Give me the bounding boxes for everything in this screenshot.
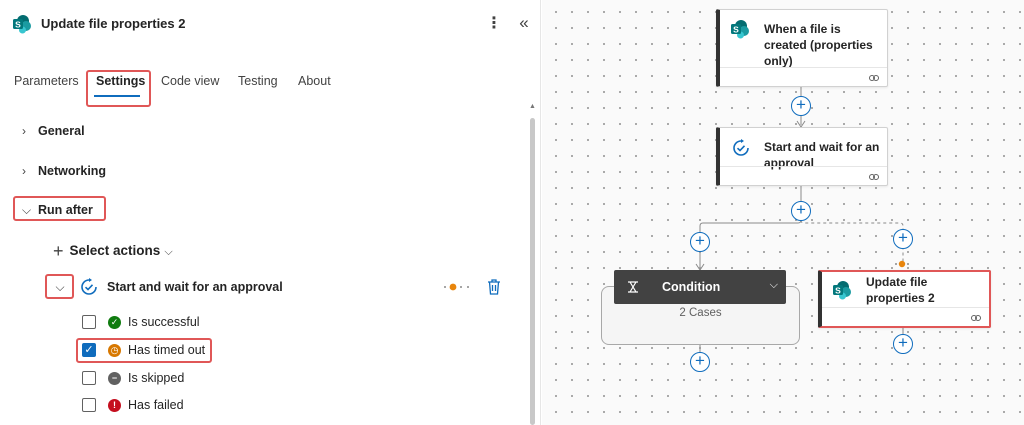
approval-icon [733,139,749,156]
section-networking-label: Networking [38,164,107,178]
chevron-down-icon: ⌵ [164,246,173,258]
condition-icon [628,281,638,293]
add-step-button[interactable]: + [791,201,811,221]
update-card-title: Update file properties 2 [866,275,935,305]
trigger-title: When a file is created (properties only) [764,22,873,68]
link-icon [869,174,879,180]
link-icon [971,315,981,321]
svg-text:S: S [733,24,739,34]
add-step-button[interactable]: + [690,352,710,372]
status-dots-icon [444,283,469,291]
checkbox[interactable] [82,398,96,412]
add-step-button[interactable]: + [893,334,913,354]
run-after-action-name: Start and wait for an approval [107,280,283,294]
success-status-icon: ✓ [108,315,121,329]
sharepoint-icon: S [833,281,851,300]
section-general-label: General [38,124,85,138]
add-step-button[interactable]: + [893,229,913,249]
section-run-after-label: Run after [38,203,93,217]
card-divider [720,67,887,68]
checkbox[interactable] [82,371,96,385]
tab-parameters[interactable]: Parameters [14,74,79,88]
chevron-right-icon: › [22,124,26,138]
scrollbar-thumb[interactable] [530,118,535,425]
add-step-button[interactable]: + [791,96,811,116]
collapse-icon[interactable]: « [514,12,534,34]
status-label: Has timed out [128,343,206,357]
chevron-down-icon[interactable]: ⌵ [770,279,778,292]
checkbox[interactable] [82,315,96,329]
select-actions-button[interactable]: + Select actions ⌵ [53,241,173,262]
tab-about[interactable]: About [298,74,331,88]
add-step-button[interactable]: + [690,232,710,252]
trash-icon[interactable] [486,278,502,296]
checkmark-icon: ✓ [84,343,94,356]
trigger-card[interactable]: S When a file is created (properties onl… [716,9,888,87]
section-networking[interactable]: › Networking [22,164,106,178]
condition-cases: 2 Cases [679,307,722,319]
chevron-down-icon: ⌵ [22,203,32,217]
status-option[interactable]: ✓ Is successful [82,313,200,331]
status-label: Is successful [128,315,200,329]
svg-text:S: S [15,19,21,29]
condition-label: Condition [662,280,721,294]
condition-header[interactable]: Condition ⌵ [614,270,786,304]
update-file-properties-card[interactable]: S Update file properties 2 [818,270,991,328]
scroll-up-icon[interactable]: ▲ [529,103,536,110]
panel-title: Update file properties 2 [41,16,186,31]
status-option[interactable]: ✓ ◷ Has timed out [82,341,205,359]
status-option[interactable]: ! Has failed [82,396,184,414]
status-label: Is skipped [128,371,185,385]
link-icon [869,75,879,81]
timed-out-status-icon: ◷ [108,343,121,357]
status-label: Has failed [128,398,184,412]
section-run-after[interactable]: ⌵ Run after [22,203,93,218]
tab-settings[interactable]: Settings [96,74,145,88]
properties-panel: S Update file properties 2 ⋮ « Parameter… [0,0,541,425]
more-options-icon[interactable]: ⋮ [486,13,502,35]
sharepoint-icon: S [13,15,31,34]
approval-icon [81,278,97,295]
select-actions-label: Select actions [69,243,161,258]
chevron-down-icon[interactable]: ⌵ [47,276,73,298]
sharepoint-icon: S [731,20,749,39]
card-divider [822,307,989,308]
approval-card[interactable]: Start and wait for an approval [716,127,888,186]
card-divider [720,166,887,167]
checkbox[interactable]: ✓ [82,343,96,357]
chevron-right-icon: › [22,164,26,178]
failed-status-icon: ! [108,398,121,412]
tab-code-view[interactable]: Code view [161,74,219,88]
svg-text:S: S [835,285,841,295]
section-general[interactable]: › General [22,124,85,138]
tab-testing[interactable]: Testing [238,74,278,88]
plus-icon: + [53,241,64,261]
skipped-status-icon: − [108,371,121,385]
status-option[interactable]: − Is skipped [82,369,184,387]
active-tab-indicator [94,95,140,97]
